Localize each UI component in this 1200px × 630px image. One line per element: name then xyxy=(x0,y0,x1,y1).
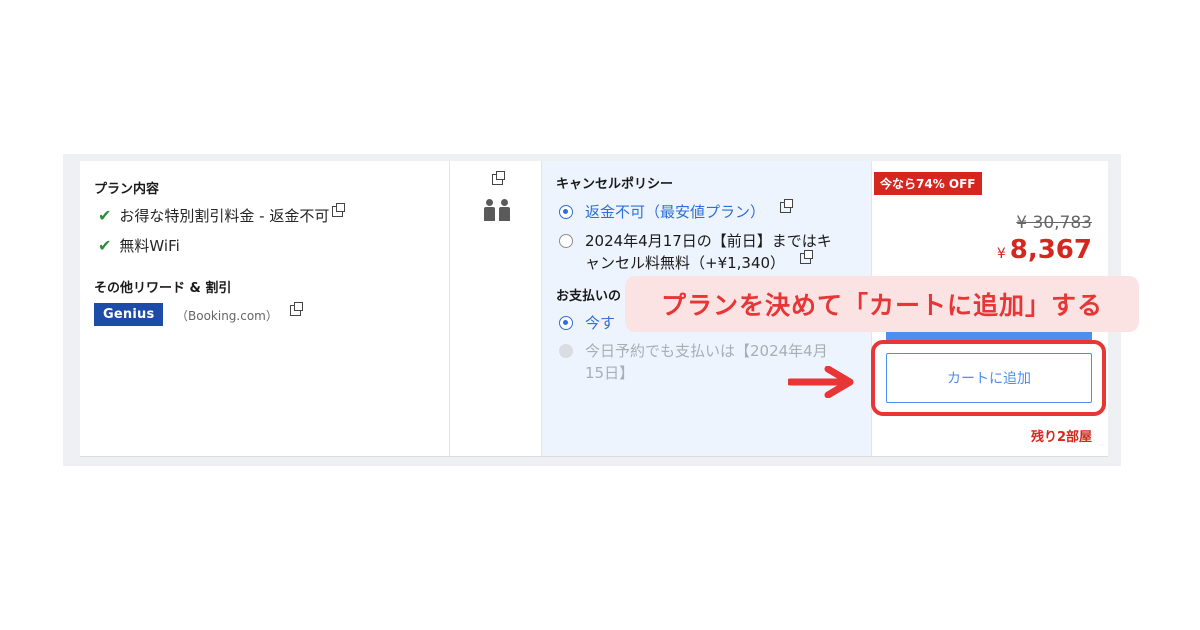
plan-contents-column: プラン内容 ✔ お得な特別割引料金 - 返金不可 ✔ 無料WiFi その他リワー… xyxy=(80,161,450,456)
option-pay-now[interactable]: 今す xyxy=(585,312,615,334)
open-window-icon[interactable] xyxy=(289,302,303,316)
cancel-policy-title: キャンセルポリシー xyxy=(556,177,674,192)
option-free-cancel[interactable]: 2024年4月17日の【前日】まではキ ャンセル料無料（+¥1,340） xyxy=(585,230,832,274)
radio-pay-now[interactable] xyxy=(559,316,573,330)
highlight-box xyxy=(871,340,1106,416)
option-non-refundable[interactable]: 返金不可（最安値プラン） xyxy=(585,199,793,223)
check-icon: ✔ xyxy=(98,236,112,255)
option-label-line1: 2024年4月17日の【前日】まではキ xyxy=(585,232,832,250)
arrow-right-icon xyxy=(788,366,854,398)
check-icon: ✔ xyxy=(98,206,112,225)
radio-pay-later xyxy=(559,344,573,358)
plan-contents-title: プラン内容 xyxy=(94,182,160,197)
open-window-icon[interactable] xyxy=(332,203,346,217)
radio-free-cancel[interactable] xyxy=(559,234,573,248)
rooms-remaining: 残り2部屋 xyxy=(1030,430,1092,445)
discount-badge: 今なら74% OFF xyxy=(874,172,982,195)
feature-label: 無料WiFi xyxy=(119,237,180,255)
payment-title: お支払いの xyxy=(556,289,622,304)
external-link-icon[interactable] xyxy=(779,199,793,213)
external-link-icon[interactable] xyxy=(799,250,813,264)
booking-com-label: （Booking.com） xyxy=(176,302,303,324)
other-rewards-title: その他リワード & 割引 xyxy=(94,281,232,296)
guests-icon xyxy=(484,199,510,221)
original-price: ¥ 30,783 xyxy=(1016,213,1092,233)
feature-item: ✔ 無料WiFi xyxy=(98,235,180,256)
feature-item: ✔ お得な特別割引料金 - 返金不可 xyxy=(98,203,346,226)
option-label: 返金不可（最安値プラン） xyxy=(585,203,766,221)
option-label-line1: 今日予約でも支払いは【2024年4月 xyxy=(585,342,828,360)
current-price-value: 8,367 xyxy=(1009,235,1092,265)
option-label-line2: ャンセル料無料（+¥1,340） xyxy=(585,254,786,272)
instruction-callout: プランを決めて「カートに追加」する xyxy=(625,276,1139,332)
current-price: ¥ 8,367 xyxy=(997,235,1092,265)
currency-symbol: ¥ xyxy=(996,246,1006,262)
genius-badge: Genius xyxy=(94,303,164,326)
booking-com-text: （Booking.com） xyxy=(176,309,278,323)
feature-label: お得な特別割引料金 - 返金不可 xyxy=(119,207,330,225)
open-window-icon[interactable] xyxy=(492,171,505,185)
radio-non-refundable[interactable] xyxy=(559,205,573,219)
guests-column xyxy=(450,161,542,456)
